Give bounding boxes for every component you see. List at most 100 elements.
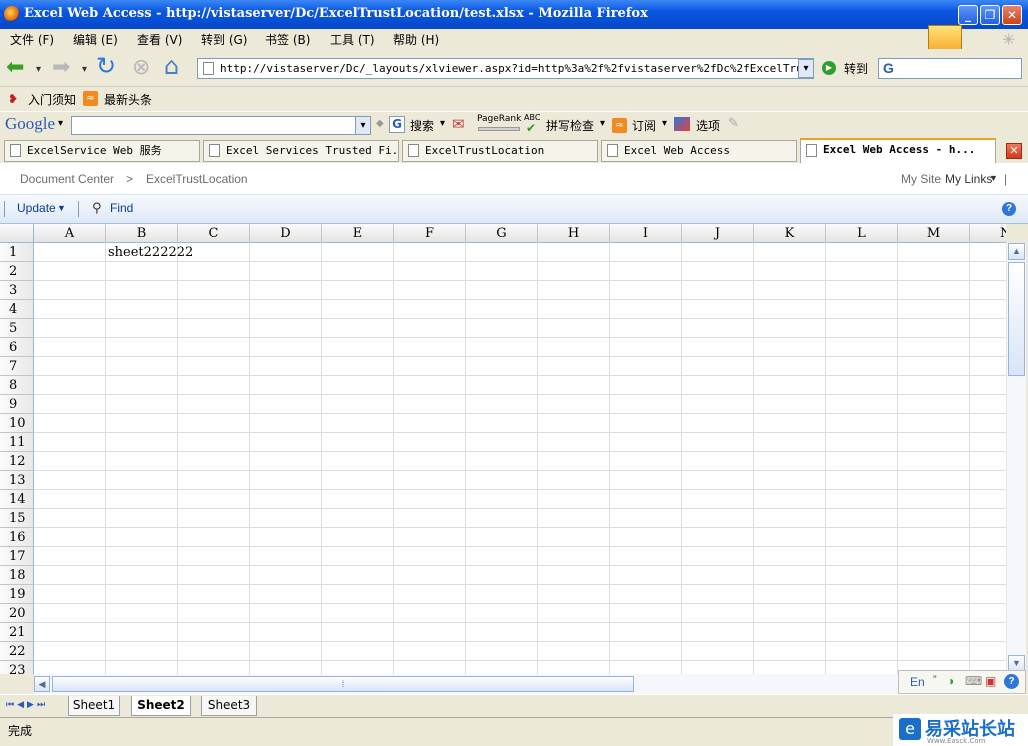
spellcheck-button[interactable]: 拼写检查: [546, 117, 594, 134]
column-header[interactable]: L: [826, 224, 898, 243]
column-header[interactable]: N: [970, 224, 1006, 243]
go-icon[interactable]: ▶: [822, 61, 836, 75]
menu-help[interactable]: 帮助 (H): [393, 31, 439, 48]
google-search-dropdown-icon[interactable]: ▾: [355, 117, 370, 134]
horizontal-scrollbar[interactable]: ◀ ⁞: [34, 674, 898, 694]
options-button[interactable]: 选项: [696, 117, 720, 134]
forward-dropdown-icon[interactable]: ▾: [82, 59, 87, 81]
subscribe-button[interactable]: 订阅: [632, 117, 656, 134]
vertical-scroll-thumb[interactable]: [1008, 262, 1025, 376]
ime-moon-icon[interactable]: ◑: [947, 674, 954, 688]
ime-label[interactable]: En: [910, 675, 925, 689]
language-bar[interactable]: En ” ◑ ⌨ ▣ ?: [898, 670, 1026, 694]
update-dropdown-icon[interactable]: ▼: [57, 203, 66, 213]
my-links-dropdown-icon[interactable]: ▼: [989, 173, 998, 183]
url-dropdown-icon[interactable]: ▾: [798, 59, 814, 78]
my-links-link[interactable]: My Links: [945, 172, 992, 186]
update-menu-button[interactable]: Update: [17, 201, 56, 215]
row-header[interactable]: 18: [0, 566, 34, 585]
column-header[interactable]: I: [610, 224, 682, 243]
google-logo[interactable]: Google: [5, 114, 55, 134]
menu-view[interactable]: 查看 (V): [137, 31, 182, 48]
ime-keyboard-icon[interactable]: ⌨: [965, 674, 982, 688]
row-header[interactable]: 19: [0, 585, 34, 604]
row-header[interactable]: 16: [0, 528, 34, 547]
tab-excelservice-web[interactable]: ExcelService Web 服务: [4, 140, 200, 162]
row-header[interactable]: 14: [0, 490, 34, 509]
search-input[interactable]: G: [878, 58, 1022, 79]
subscribe-dropdown-icon[interactable]: ▾: [662, 118, 667, 129]
row-header[interactable]: 9: [0, 395, 34, 414]
row-header[interactable]: 1: [0, 243, 34, 262]
row-header[interactable]: 8: [0, 376, 34, 395]
ime-help-icon[interactable]: ?: [1004, 674, 1019, 689]
scroll-left-icon[interactable]: ◀: [34, 676, 50, 692]
scroll-up-icon[interactable]: ▲: [1008, 243, 1025, 260]
select-all-corner[interactable]: [0, 224, 34, 243]
sheet-tab-3[interactable]: Sheet3: [201, 696, 257, 716]
column-header[interactable]: D: [250, 224, 322, 243]
stop-icon[interactable]: ⊗: [132, 57, 150, 79]
column-header[interactable]: C: [178, 224, 250, 243]
search-engine-icon[interactable]: G: [883, 60, 894, 76]
bookmark-latest-headlines[interactable]: 最新头条: [104, 91, 152, 108]
column-header[interactable]: E: [322, 224, 394, 243]
pencil-icon[interactable]: ✎: [728, 116, 739, 131]
row-header[interactable]: 13: [0, 471, 34, 490]
menu-edit[interactable]: 编辑 (E): [73, 31, 118, 48]
tab-excel-web-access-active[interactable]: Excel Web Access - h...: [800, 138, 996, 163]
ime-punctuation-icon[interactable]: ”: [933, 674, 937, 686]
binoculars-icon[interactable]: ⚲: [92, 200, 102, 216]
column-header[interactable]: H: [538, 224, 610, 243]
column-header[interactable]: G: [466, 224, 538, 243]
menu-file[interactable]: 文件 (F): [10, 31, 54, 48]
column-header[interactable]: J: [682, 224, 754, 243]
breadcrumb-root[interactable]: Document Center: [20, 172, 114, 186]
minimize-button[interactable]: _: [958, 5, 978, 25]
google-search-input[interactable]: ▾: [71, 116, 371, 135]
sheet-tab-1[interactable]: Sheet1: [68, 696, 120, 716]
reload-icon[interactable]: ↻: [96, 54, 116, 78]
column-header[interactable]: M: [898, 224, 970, 243]
vertical-scrollbar[interactable]: ▲ ▼: [1006, 243, 1026, 674]
row-header[interactable]: 6: [0, 338, 34, 357]
url-input[interactable]: http://vistaserver/Dc/_layouts/xlviewer.…: [197, 58, 814, 79]
bookmark-getting-started[interactable]: 入门须知: [28, 91, 76, 108]
help-icon[interactable]: ?: [1002, 202, 1016, 216]
sheet-nav-arrows-icon[interactable]: ⏮◀▶⏭: [6, 699, 48, 710]
search-dropdown-icon[interactable]: ▾: [440, 118, 445, 129]
spellcheck-icon[interactable]: ✔: [526, 121, 536, 135]
breadcrumb-current[interactable]: ExcelTrustLocation: [146, 172, 248, 186]
horizontal-scroll-thumb[interactable]: ⁞: [52, 676, 634, 692]
back-icon[interactable]: ⬅: [6, 57, 24, 79]
row-header[interactable]: 23: [0, 661, 34, 674]
forward-icon[interactable]: ➡: [52, 57, 70, 79]
menu-go[interactable]: 转到 (G): [201, 31, 247, 48]
row-header[interactable]: 7: [0, 357, 34, 376]
my-site-link[interactable]: My Site: [901, 172, 941, 186]
row-header[interactable]: 22: [0, 642, 34, 661]
spreadsheet-grid[interactable]: A B C D E F G H I J K L M N 1 2 3 4 5 6 …: [0, 224, 1006, 674]
tab-excel-trust-location[interactable]: ExcelTrustLocation: [402, 140, 598, 162]
row-header[interactable]: 21: [0, 623, 34, 642]
close-tab-icon[interactable]: ✕: [1006, 143, 1022, 159]
column-header[interactable]: F: [394, 224, 466, 243]
tab-excel-web-access[interactable]: Excel Web Access: [601, 140, 797, 162]
row-header[interactable]: 11: [0, 433, 34, 452]
google-search-button[interactable]: 搜索: [410, 117, 434, 134]
go-button[interactable]: 转到: [844, 60, 868, 77]
find-button[interactable]: Find: [110, 201, 133, 215]
menu-bookmarks[interactable]: 书签 (B): [265, 31, 310, 48]
row-header[interactable]: 5: [0, 319, 34, 338]
row-header[interactable]: 15: [0, 509, 34, 528]
row-header[interactable]: 12: [0, 452, 34, 471]
sheet-tab-2[interactable]: Sheet2: [131, 696, 191, 716]
row-header[interactable]: 3: [0, 281, 34, 300]
maximize-button[interactable]: ❐: [980, 5, 1000, 25]
tab-excel-services-trusted[interactable]: Excel Services Trusted Fi...: [203, 140, 399, 162]
row-header[interactable]: 20: [0, 604, 34, 623]
column-header[interactable]: K: [754, 224, 826, 243]
row-header[interactable]: 17: [0, 547, 34, 566]
spellcheck-dropdown-icon[interactable]: ▾: [600, 118, 605, 129]
google-menu-dropdown-icon[interactable]: ▾: [58, 118, 63, 129]
